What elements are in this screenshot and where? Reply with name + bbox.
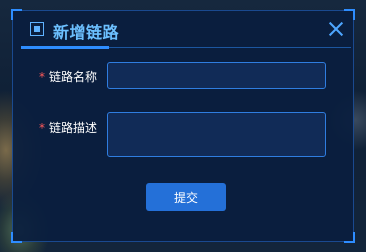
link-name-label-text: 链路名称	[49, 70, 98, 84]
title-underline	[21, 46, 109, 49]
submit-button[interactable]: 提交	[146, 183, 226, 211]
link-name-input[interactable]	[107, 62, 326, 89]
add-link-dialog: 新增链路 * 链路名称 * 链路描述 提交	[11, 9, 355, 243]
required-mark: *	[39, 70, 45, 84]
close-icon[interactable]	[329, 22, 343, 36]
link-name-label: * 链路名称	[39, 68, 97, 85]
corner-decoration	[11, 232, 22, 243]
square-icon	[30, 22, 44, 36]
dialog-title: 新增链路	[53, 23, 120, 42]
link-description-input[interactable]	[107, 112, 326, 157]
dialog-header: 新增链路	[13, 11, 353, 47]
required-mark: *	[39, 121, 45, 135]
corner-decoration	[344, 232, 355, 243]
link-description-label: * 链路描述	[39, 119, 97, 136]
link-description-label-text: 链路描述	[49, 121, 98, 135]
